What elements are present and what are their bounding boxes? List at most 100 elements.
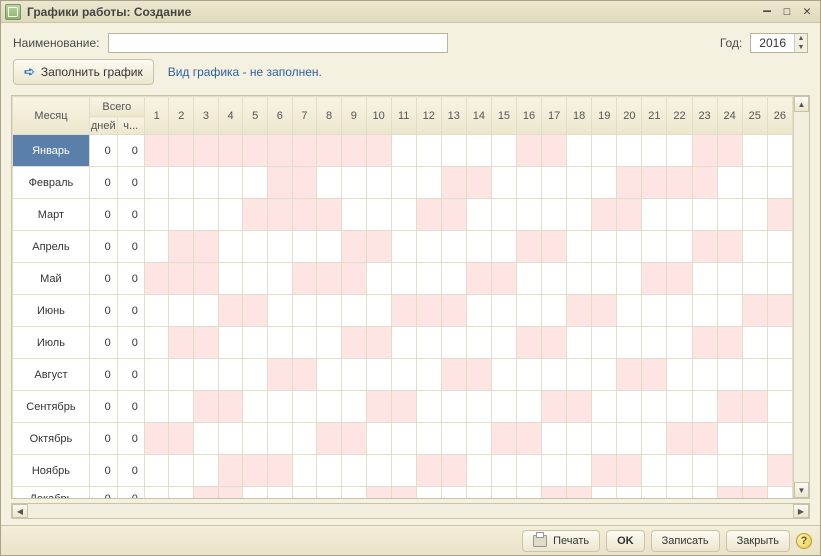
day-cell[interactable] xyxy=(268,295,293,327)
month-cell[interactable]: Январь xyxy=(13,135,90,167)
day-cell[interactable] xyxy=(592,231,617,263)
day-cell[interactable] xyxy=(491,135,516,167)
day-cell[interactable] xyxy=(292,295,317,327)
day-cell[interactable] xyxy=(717,423,742,455)
day-cell[interactable] xyxy=(366,167,391,199)
day-cell[interactable] xyxy=(441,263,466,295)
v-scroll-track[interactable] xyxy=(794,112,809,482)
day-cell[interactable] xyxy=(516,359,541,391)
day-cell[interactable] xyxy=(667,135,692,167)
col-day-21[interactable]: 21 xyxy=(642,97,667,135)
day-cell[interactable] xyxy=(767,487,792,499)
day-cell[interactable] xyxy=(542,167,567,199)
table-row[interactable]: Апрель00 xyxy=(13,231,793,263)
col-day-20[interactable]: 20 xyxy=(617,97,642,135)
day-cell[interactable] xyxy=(194,263,219,295)
day-cell[interactable] xyxy=(617,263,642,295)
day-cell[interactable] xyxy=(516,167,541,199)
hours-cell[interactable]: 0 xyxy=(117,391,144,423)
day-cell[interactable] xyxy=(194,167,219,199)
days-cell[interactable]: 0 xyxy=(89,167,117,199)
day-cell[interactable] xyxy=(592,327,617,359)
day-cell[interactable] xyxy=(491,327,516,359)
day-cell[interactable] xyxy=(466,327,491,359)
day-cell[interactable] xyxy=(218,199,243,231)
month-cell[interactable]: Ноябрь xyxy=(13,455,90,487)
hours-cell[interactable]: 0 xyxy=(117,263,144,295)
day-cell[interactable] xyxy=(194,391,219,423)
day-cell[interactable] xyxy=(617,135,642,167)
day-cell[interactable] xyxy=(317,231,342,263)
day-cell[interactable] xyxy=(542,295,567,327)
col-total[interactable]: Всего xyxy=(89,97,144,117)
day-cell[interactable] xyxy=(642,231,667,263)
day-cell[interactable] xyxy=(767,359,792,391)
day-cell[interactable] xyxy=(617,327,642,359)
day-cell[interactable] xyxy=(366,295,391,327)
table-row[interactable]: Март00 xyxy=(13,199,793,231)
day-cell[interactable] xyxy=(642,263,667,295)
day-cell[interactable] xyxy=(292,359,317,391)
day-cell[interactable] xyxy=(292,391,317,423)
day-cell[interactable] xyxy=(542,231,567,263)
day-cell[interactable] xyxy=(592,295,617,327)
day-cell[interactable] xyxy=(742,231,767,263)
day-cell[interactable] xyxy=(592,135,617,167)
table-row[interactable]: Июнь00 xyxy=(13,295,793,327)
day-cell[interactable] xyxy=(516,263,541,295)
col-day-5[interactable]: 5 xyxy=(243,97,268,135)
day-cell[interactable] xyxy=(268,455,293,487)
col-day-4[interactable]: 4 xyxy=(218,97,243,135)
day-cell[interactable] xyxy=(144,199,169,231)
col-month[interactable]: Месяц xyxy=(13,97,90,135)
day-cell[interactable] xyxy=(491,359,516,391)
day-cell[interactable] xyxy=(667,167,692,199)
day-cell[interactable] xyxy=(194,135,219,167)
day-cell[interactable] xyxy=(567,199,592,231)
day-cell[interactable] xyxy=(617,231,642,263)
day-cell[interactable] xyxy=(317,487,342,499)
col-day-13[interactable]: 13 xyxy=(441,97,466,135)
day-cell[interactable] xyxy=(317,167,342,199)
day-cell[interactable] xyxy=(542,487,567,499)
day-cell[interactable] xyxy=(642,455,667,487)
day-cell[interactable] xyxy=(341,295,366,327)
day-cell[interactable] xyxy=(366,455,391,487)
save-button[interactable]: Записать xyxy=(651,530,720,552)
day-cell[interactable] xyxy=(717,487,742,499)
day-cell[interactable] xyxy=(317,359,342,391)
hours-cell[interactable]: 0 xyxy=(117,199,144,231)
day-cell[interactable] xyxy=(441,199,466,231)
col-day-16[interactable]: 16 xyxy=(516,97,541,135)
month-cell[interactable]: Декабрь xyxy=(13,487,90,499)
day-cell[interactable] xyxy=(567,487,592,499)
day-cell[interactable] xyxy=(466,455,491,487)
day-cell[interactable] xyxy=(243,135,268,167)
day-cell[interactable] xyxy=(391,231,416,263)
day-cell[interactable] xyxy=(391,423,416,455)
day-cell[interactable] xyxy=(416,391,441,423)
day-cell[interactable] xyxy=(268,135,293,167)
minimize-button[interactable]: — xyxy=(758,4,776,20)
day-cell[interactable] xyxy=(144,391,169,423)
grid-scroll-area[interactable]: Месяц Всего 1234567891011121314151617181… xyxy=(12,96,793,498)
day-cell[interactable] xyxy=(617,455,642,487)
day-cell[interactable] xyxy=(144,263,169,295)
day-cell[interactable] xyxy=(491,487,516,499)
day-cell[interactable] xyxy=(341,199,366,231)
days-cell[interactable]: 0 xyxy=(89,263,117,295)
day-cell[interactable] xyxy=(692,199,717,231)
days-cell[interactable]: 0 xyxy=(89,391,117,423)
day-cell[interactable] xyxy=(567,327,592,359)
day-cell[interactable] xyxy=(341,231,366,263)
day-cell[interactable] xyxy=(341,263,366,295)
day-cell[interactable] xyxy=(516,423,541,455)
day-cell[interactable] xyxy=(642,327,667,359)
day-cell[interactable] xyxy=(542,423,567,455)
day-cell[interactable] xyxy=(292,327,317,359)
day-cell[interactable] xyxy=(194,487,219,499)
day-cell[interactable] xyxy=(742,487,767,499)
day-cell[interactable] xyxy=(169,455,194,487)
day-cell[interactable] xyxy=(391,199,416,231)
day-cell[interactable] xyxy=(466,487,491,499)
